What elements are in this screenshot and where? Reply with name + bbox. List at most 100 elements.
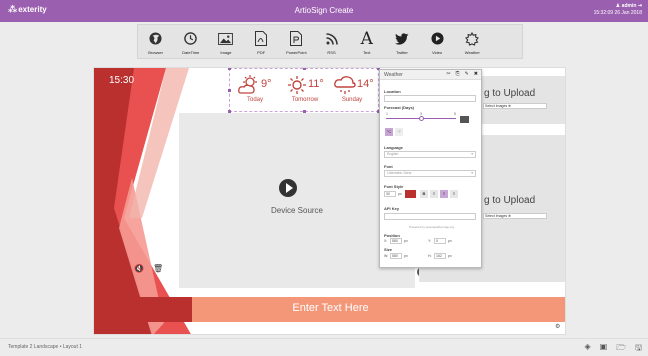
panel-header[interactable]: Weather ✂ ⎘ ✎ ✖ [380, 70, 481, 80]
align-left-icon[interactable]: ≡ [430, 190, 438, 198]
font-select[interactable]: Liberation Sans ▾ [384, 170, 476, 177]
upload-hint: g to Upload [484, 88, 536, 99]
select-images-button[interactable]: Select Images ⊕ [483, 103, 547, 109]
select-images-label: Select Images [485, 214, 508, 218]
size-h-label: H: [428, 254, 432, 258]
font-value: Liberation Sans [387, 171, 412, 175]
tool-text[interactable]: A Text [351, 25, 383, 58]
powerpoint-icon [290, 30, 303, 47]
mute-icon[interactable]: 🔇 [134, 264, 144, 274]
pos-y-label: Y: [428, 239, 432, 243]
clock-icon [184, 30, 198, 47]
panel-title: Weather [384, 72, 403, 78]
user-icon: ♟ [615, 3, 621, 9]
font-size-unit: px [398, 192, 402, 196]
user-box[interactable]: ♟ admin ⇥ 15:32:09 26 Jan 2018 [594, 3, 642, 17]
rain-cloud-icon [334, 76, 356, 94]
edit-icon[interactable]: ✎ [465, 71, 469, 77]
tool-twitter[interactable]: Twitter [386, 25, 418, 58]
weather-widget[interactable]: 9° Today 11° Tomorrow 14° Sunday [228, 68, 380, 113]
cut-icon[interactable]: ✂ [446, 71, 450, 77]
widget-toolbar: Browser DateTime Image PDF PowerPoint RS… [137, 24, 523, 59]
tool-weather[interactable]: Weather [456, 25, 488, 58]
size-w-label: W: [384, 254, 389, 258]
upload-icon: ⊕ [508, 214, 512, 218]
tool-label: Twitter [396, 50, 408, 55]
language-label: Language [384, 145, 403, 150]
weather-day: Sunday [341, 97, 363, 103]
clock-widget[interactable]: 15:30 [109, 75, 134, 86]
grid-icon[interactable] [460, 116, 469, 123]
forecast-min: 1 [386, 112, 388, 116]
tool-image[interactable]: Image [210, 25, 242, 58]
globe-icon [149, 30, 162, 47]
copy-icon[interactable]: ⎘ [456, 71, 460, 77]
pos-x-input[interactable]: 580 [390, 238, 402, 244]
weather-icon [465, 30, 480, 47]
tool-label: PowerPoint [286, 50, 307, 55]
trash-icon[interactable]: 🗑 [153, 264, 163, 274]
powered-by-text: Powered by openweathermap.org [408, 225, 455, 229]
rss-icon [325, 30, 338, 47]
size-h-unit: px [448, 254, 452, 258]
layout-name: Template 2 Landscape • Layout 1 [8, 344, 83, 350]
tool-label: Image [220, 50, 232, 55]
celsius-toggle[interactable]: °C [385, 128, 393, 136]
language-select[interactable]: English ▾ [384, 151, 476, 158]
api-key-label: API Key [384, 206, 400, 211]
chevron-down-icon: ▾ [471, 152, 473, 156]
pdf-icon [255, 30, 268, 47]
resize-handle[interactable] [303, 68, 306, 70]
weather-temp: 14° [357, 78, 374, 90]
tool-label: Text [363, 50, 371, 55]
api-key-input[interactable] [384, 213, 476, 220]
logout-icon[interactable]: ⇥ [638, 3, 642, 9]
size-h-input[interactable]: 162 [434, 253, 446, 259]
size-w-unit: px [404, 254, 408, 258]
image-icon [218, 30, 234, 47]
forecast-label: Forecast (Days) [384, 105, 415, 110]
location-label: Location [384, 89, 401, 94]
tool-rss[interactable]: RSS [316, 25, 348, 58]
forecast-slider-handle[interactable] [418, 116, 424, 121]
bold-button[interactable]: B [420, 190, 428, 198]
location-input[interactable] [384, 95, 476, 102]
text-widget[interactable]: Enter Text Here [94, 302, 565, 314]
tool-datetime[interactable]: DateTime [175, 25, 207, 58]
play-icon[interactable] [279, 179, 297, 197]
top-bar: ⁂ exterity ArtioSign Create ♟ admin ⇥ 15… [0, 0, 648, 22]
resize-handle[interactable] [228, 68, 231, 70]
close-icon[interactable]: ✖ [474, 71, 478, 77]
tool-powerpoint[interactable]: PowerPoint [280, 25, 312, 58]
tool-label: DateTime [182, 50, 200, 55]
size-w-input[interactable]: 580 [390, 253, 402, 259]
sun-icon [288, 76, 306, 94]
weather-properties-panel: Weather ✂ ⎘ ✎ ✖ Location Forecast (Days)… [379, 69, 482, 268]
align-right-icon[interactable]: ≡ [450, 190, 458, 198]
tool-video[interactable]: Video [421, 25, 453, 58]
font-size-input[interactable]: 30 [384, 191, 396, 197]
text-icon: A [360, 28, 373, 49]
font-color-swatch[interactable] [405, 190, 416, 198]
settings-icon[interactable]: ⚙ [555, 323, 560, 330]
user-name: admin [621, 3, 637, 9]
align-center-icon[interactable]: ≡ [440, 190, 448, 198]
pos-y-unit: px [448, 239, 452, 243]
tool-pdf[interactable]: PDF [245, 25, 277, 58]
forecast-max: 5 [454, 112, 456, 116]
weather-day: Tomorrow [291, 97, 319, 103]
select-images-button[interactable]: Select Images ⊕ [483, 213, 547, 219]
pos-y-input[interactable]: 0 [434, 238, 446, 244]
fahrenheit-toggle[interactable]: °F [395, 128, 403, 136]
font-style-label: Font Style [384, 184, 404, 189]
app-title: ArtioSign Create [294, 6, 354, 15]
pos-x-label: X: [384, 239, 388, 243]
tool-label: RSS [327, 50, 336, 55]
resize-handle[interactable] [228, 89, 231, 92]
layout-canvas[interactable]: 15:30 9° Today 11° Tomorrow 14° Sunday D… [93, 67, 566, 335]
upload-icon: ⊕ [508, 104, 512, 108]
tool-browser[interactable]: Browser [140, 25, 172, 58]
tool-label: PDF [257, 50, 266, 55]
font-label: Font [384, 164, 393, 169]
upload-hint: g to Upload [484, 195, 536, 206]
